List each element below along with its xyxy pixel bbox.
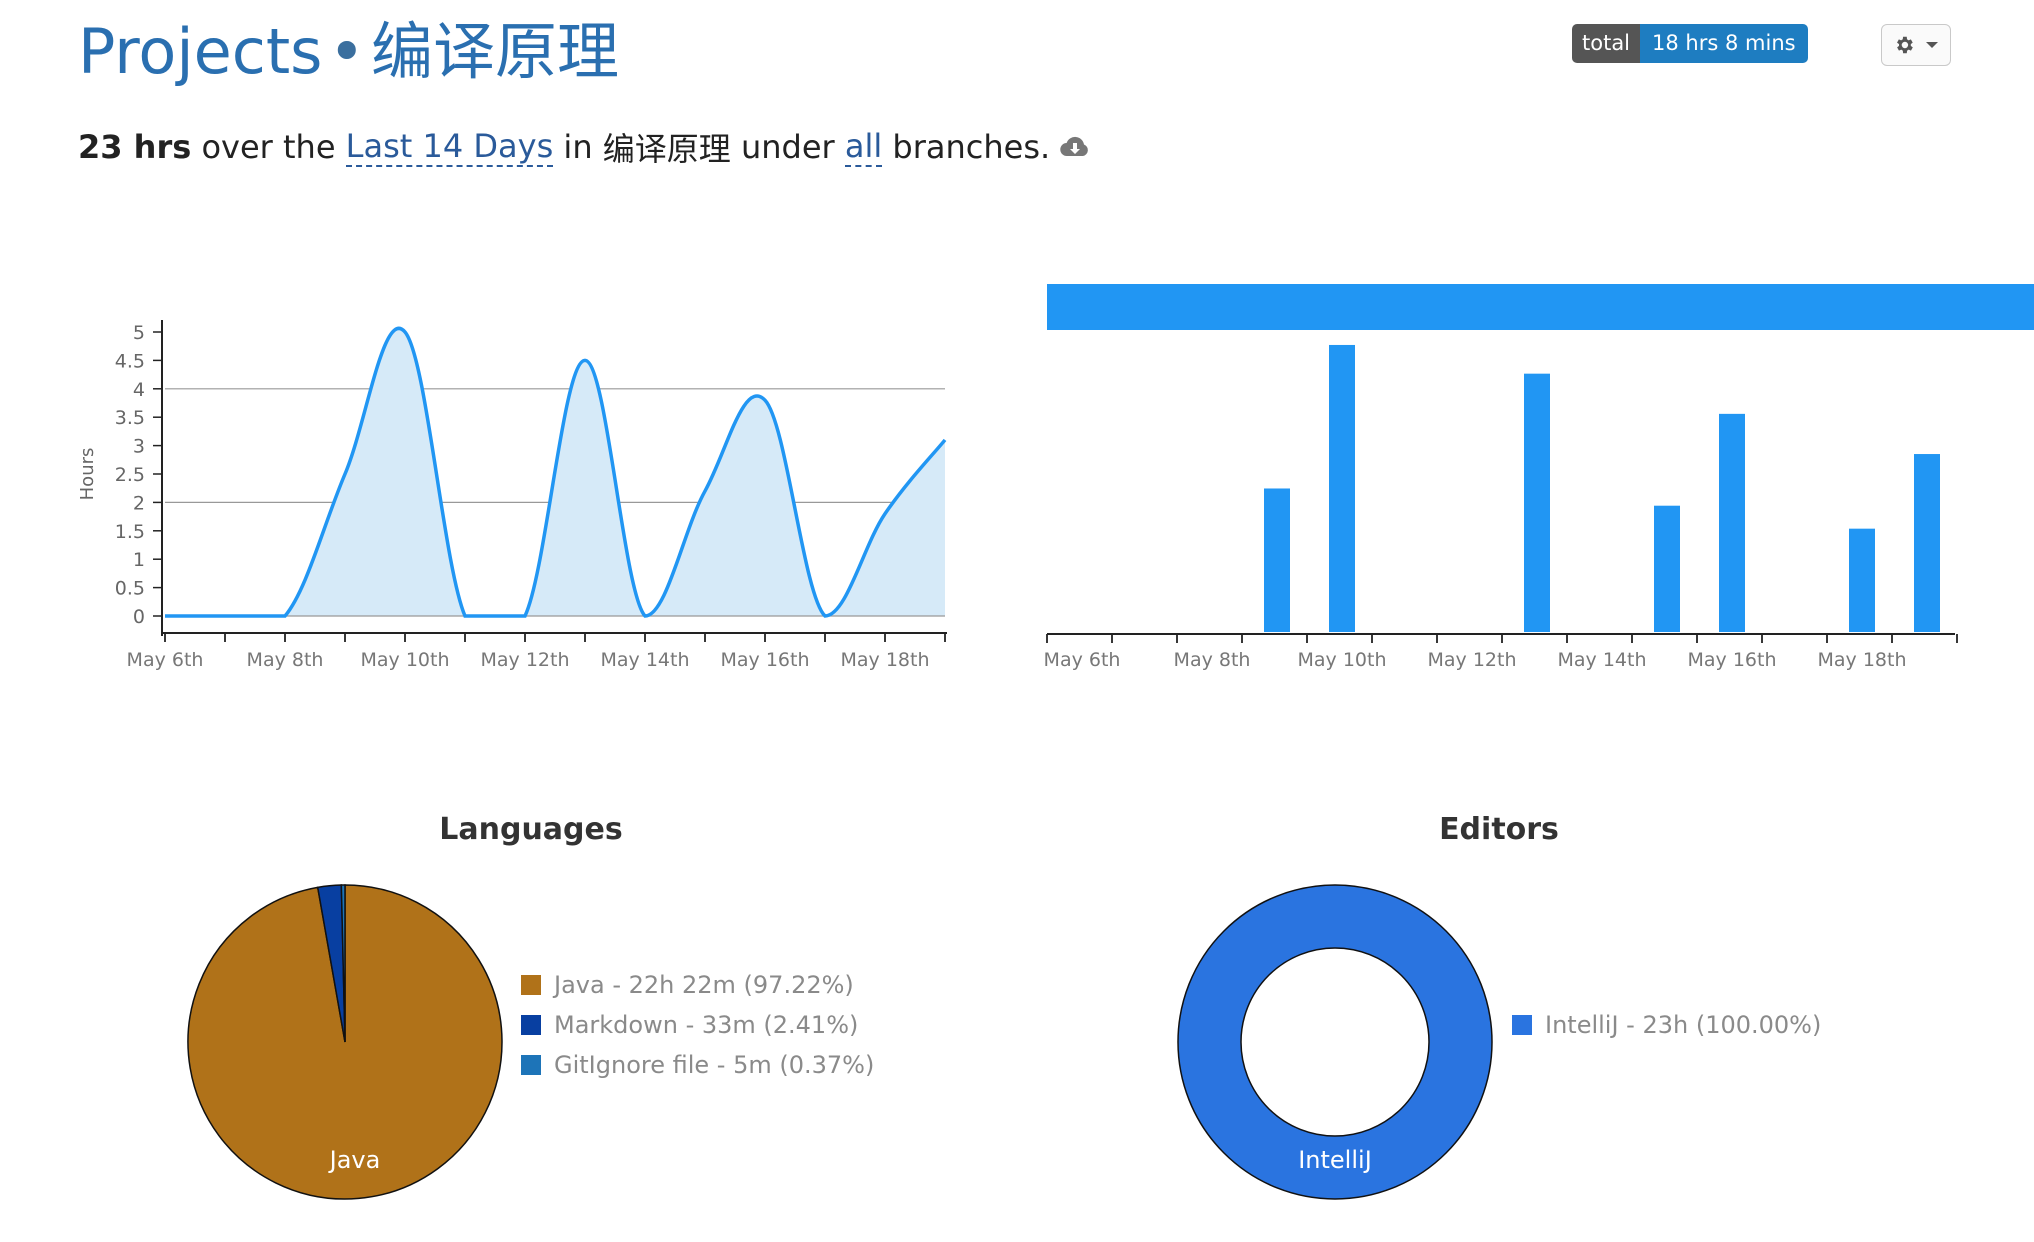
x-tick-label: May 18th: [1818, 649, 1907, 671]
total-label: total: [1572, 24, 1641, 63]
legend-item-intellij[interactable]: IntelliJ - 23h (100.00%): [1512, 1005, 1821, 1045]
summary-text-over: over the: [201, 128, 336, 166]
legend-item-markdown[interactable]: Markdown - 33m (2.41%): [521, 1005, 874, 1045]
languages-title: Languages: [439, 812, 623, 847]
x-tick-label: May 18th: [841, 649, 930, 671]
summary-text-in: in: [563, 128, 593, 166]
x-tick-label: May 14th: [601, 649, 690, 671]
x-tick-label: May 14th: [1558, 649, 1647, 671]
gear-icon: [1893, 34, 1915, 56]
x-tick-label: May 10th: [361, 649, 450, 671]
legend-item-gitignore[interactable]: GitIgnore file - 5m (0.37%): [521, 1045, 874, 1085]
y-tick-label: 0.5: [115, 578, 145, 600]
x-tick-label: May 12th: [1428, 649, 1517, 671]
bar: [1914, 454, 1940, 632]
legend-label-java: Java - 22h 22m (97.22%): [554, 971, 854, 999]
legend-swatch-markdown: [521, 1015, 541, 1035]
bar: [1654, 505, 1680, 632]
y-tick-label: 1.5: [115, 521, 145, 543]
area-chart: 0 0.5 1 1.5 2 2.5 3 3.5 4 4.5 5 Hours May 6th May 8th…: [77, 320, 947, 671]
legend-item-java[interactable]: Java - 22h 22m (97.22%): [521, 965, 874, 1005]
editors-legend: IntelliJ - 23h (100.00%): [1512, 1005, 1821, 1045]
caret-down-icon: [1925, 40, 1939, 50]
editors-title: Editors: [1439, 812, 1559, 847]
summary-hours: 23 hrs: [78, 128, 192, 166]
legend-swatch-intellij: [1512, 1015, 1532, 1035]
y-tick-label: 3.5: [115, 407, 145, 429]
y-tick-label: 4.5: [115, 350, 145, 372]
summary-project: 编译原理: [602, 130, 731, 168]
languages-legend: Java - 22h 22m (97.22%) Markdown - 33m (…: [521, 965, 874, 1085]
bar: [1524, 373, 1550, 632]
y-tick-label: 2.5: [115, 464, 145, 486]
bar: [1719, 413, 1745, 632]
y-tick-label: 2: [133, 492, 145, 514]
x-tick-label: May 8th: [247, 649, 324, 671]
x-tick-label: May 16th: [1688, 649, 1777, 671]
summary-text-end: branches.: [892, 128, 1051, 166]
x-tick-label: May 16th: [721, 649, 810, 671]
donut-label-intellij: IntelliJ: [1298, 1146, 1372, 1174]
settings-dropdown-button[interactable]: [1881, 24, 1951, 66]
title-prefix[interactable]: Projects: [78, 15, 322, 88]
x-tick-label: May 8th: [1174, 649, 1251, 671]
editors-donut-chart: IntelliJ: [1177, 884, 1493, 1200]
x-tick-label: May 12th: [481, 649, 570, 671]
bar: [1849, 528, 1875, 632]
y-axis-label: Hours: [77, 448, 98, 501]
project-name[interactable]: 编译原理: [371, 15, 619, 88]
y-tick-label: 4: [133, 379, 145, 401]
bar: [1264, 488, 1290, 632]
bar: [1329, 344, 1355, 632]
cloud-download-icon[interactable]: [1060, 135, 1090, 159]
summary-text-under: under: [740, 128, 835, 166]
branch-filter-link[interactable]: all: [844, 127, 883, 167]
y-tick-label: 1: [133, 549, 145, 571]
legend-label-gitignore: GitIgnore file - 5m (0.37%): [554, 1051, 875, 1079]
y-tick-label: 5: [133, 322, 145, 344]
legend-label-markdown: Markdown - 33m (2.41%): [554, 1011, 859, 1039]
x-tick-label: May 6th: [1044, 649, 1121, 671]
total-time-badge: total 18 hrs 8 mins: [1572, 24, 1808, 63]
legend-swatch-gitignore: [521, 1055, 541, 1075]
y-tick-label: 0: [133, 606, 145, 628]
pie-label-java: Java: [328, 1146, 381, 1174]
y-tick-label: 3: [133, 436, 145, 458]
bar-chart-header-band: [1047, 284, 2034, 330]
title-separator: •: [328, 15, 366, 88]
languages-pie-chart: Java: [187, 884, 503, 1200]
summary-line: 23 hrs over the Last 14 Days in 编译原理 und…: [78, 124, 1090, 170]
x-tick-label: May 10th: [1298, 649, 1387, 671]
legend-swatch-java: [521, 975, 541, 995]
legend-label-intellij: IntelliJ - 23h (100.00%): [1545, 1011, 1822, 1039]
bar-chart: May 6th May 8th May 10th May 12th May 14th Ma…: [1044, 284, 2034, 671]
x-tick-label: May 6th: [127, 649, 204, 671]
total-value: 18 hrs 8 mins: [1640, 24, 1808, 63]
page-title: Projects•编译原理: [78, 12, 619, 92]
date-range-link[interactable]: Last 14 Days: [345, 127, 554, 167]
